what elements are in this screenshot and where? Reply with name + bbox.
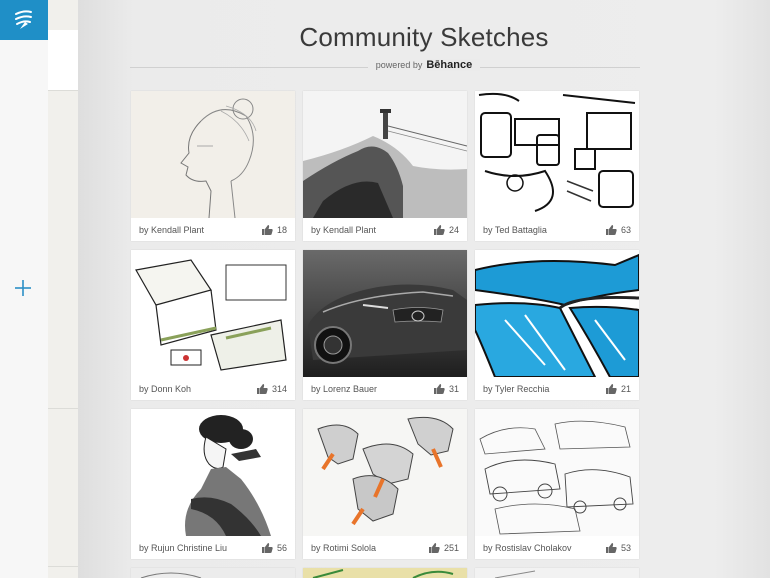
likes: 21 <box>605 383 631 394</box>
sketch-card[interactable]: by Rostislav Cholakov 53 <box>475 409 639 559</box>
author-name[interactable]: by Lorenz Bauer <box>311 384 434 394</box>
thumbs-up-icon[interactable] <box>433 383 445 394</box>
card-meta: by Rotimi Solola 251 <box>303 536 467 559</box>
sketch-card[interactable] <box>475 568 639 578</box>
sketch-thumbnail <box>131 250 295 377</box>
likes: 18 <box>261 224 287 235</box>
card-meta: by Rostislav Cholakov 53 <box>475 536 639 559</box>
thumbs-up-icon[interactable] <box>256 383 268 394</box>
author-name[interactable]: by Rujun Christine Liu <box>139 543 262 553</box>
likes-count: 53 <box>620 542 631 553</box>
sketch-card[interactable]: by Tyler Recchia 21 <box>475 250 639 400</box>
sketch-card[interactable] <box>303 568 467 578</box>
project-panel-edge <box>48 0 78 578</box>
left-rail <box>0 0 48 578</box>
likes-count: 251 <box>443 542 459 553</box>
sketch-card[interactable]: by Donn Koh 314 <box>131 250 295 400</box>
powered-by: powered by Bēhance <box>78 59 770 71</box>
likes-count: 314 <box>271 383 287 394</box>
card-meta: by Kendall Plant 24 <box>303 218 467 241</box>
likes-count: 56 <box>276 542 287 553</box>
sketch-thumbnail <box>131 91 295 218</box>
thumbs-up-icon[interactable] <box>605 542 617 553</box>
sketch-thumbnail <box>131 409 295 536</box>
thumbs-up-icon[interactable] <box>605 383 617 394</box>
powered-label: powered by <box>367 60 427 70</box>
sketch-card[interactable]: by Kendall Plant 24 <box>303 91 467 241</box>
likes: 56 <box>261 542 287 553</box>
add-sketch-plus-icon[interactable] <box>13 278 33 298</box>
divider <box>48 408 78 409</box>
likes-count: 24 <box>448 224 459 235</box>
sketch-thumbnail <box>475 250 639 377</box>
sketch-thumbnail <box>303 250 467 377</box>
likes: 314 <box>256 383 287 394</box>
author-name[interactable]: by Ted Battaglia <box>483 225 606 235</box>
card-meta: by Kendall Plant 18 <box>131 218 295 241</box>
page-title: Community Sketches <box>299 22 549 52</box>
project-card-edge[interactable] <box>48 30 78 90</box>
author-name[interactable]: by Kendall Plant <box>139 225 262 235</box>
sketch-thumbnail <box>475 568 639 578</box>
sketch-thumbnail <box>303 409 467 536</box>
likes: 24 <box>433 224 459 235</box>
thumbs-up-icon[interactable] <box>605 224 617 235</box>
likes: 53 <box>605 542 631 553</box>
sketch-card[interactable]: by Rotimi Solola 251 <box>303 409 467 559</box>
card-meta: by Lorenz Bauer 31 <box>303 377 467 400</box>
likes: 63 <box>605 224 631 235</box>
sketch-thumbnail <box>475 91 639 218</box>
divider <box>48 566 78 567</box>
likes: 251 <box>428 542 459 553</box>
thumbs-up-icon[interactable] <box>261 224 273 235</box>
thumbs-up-icon[interactable] <box>261 542 273 553</box>
sketch-thumbnail <box>475 409 639 536</box>
thumbs-up-icon[interactable] <box>428 542 440 553</box>
sketch-card[interactable]: by Ted Battaglia 63 <box>475 91 639 241</box>
sketch-thumbnail <box>131 568 295 578</box>
author-name[interactable]: by Rostislav Cholakov <box>483 543 606 553</box>
author-name[interactable]: by Donn Koh <box>139 384 257 394</box>
likes-count: 63 <box>620 224 631 235</box>
card-meta: by Tyler Recchia 21 <box>475 377 639 400</box>
community-main: Community Sketches powered by Bēhance by … <box>78 0 770 578</box>
sketch-app-logo-icon[interactable] <box>0 0 48 40</box>
likes: 31 <box>433 383 459 394</box>
thumbs-up-icon[interactable] <box>433 224 445 235</box>
sketch-card[interactable]: by Lorenz Bauer 31 <box>303 250 467 400</box>
behance-brand[interactable]: Bēhance <box>426 59 481 71</box>
sketch-thumbnail <box>303 91 467 218</box>
author-name[interactable]: by Rotimi Solola <box>311 543 429 553</box>
author-name[interactable]: by Kendall Plant <box>311 225 434 235</box>
author-name[interactable]: by Tyler Recchia <box>483 384 606 394</box>
sketch-card[interactable]: by Rujun Christine Liu 56 <box>131 409 295 559</box>
sketch-card[interactable]: by Kendall Plant 18 <box>131 91 295 241</box>
sketch-card[interactable] <box>131 568 295 578</box>
card-meta: by Ted Battaglia 63 <box>475 218 639 241</box>
divider <box>48 90 78 91</box>
card-meta: by Donn Koh 314 <box>131 377 295 400</box>
likes-count: 21 <box>620 383 631 394</box>
likes-count: 18 <box>276 224 287 235</box>
likes-count: 31 <box>448 383 459 394</box>
sketch-thumbnail <box>303 568 467 578</box>
card-meta: by Rujun Christine Liu 56 <box>131 536 295 559</box>
